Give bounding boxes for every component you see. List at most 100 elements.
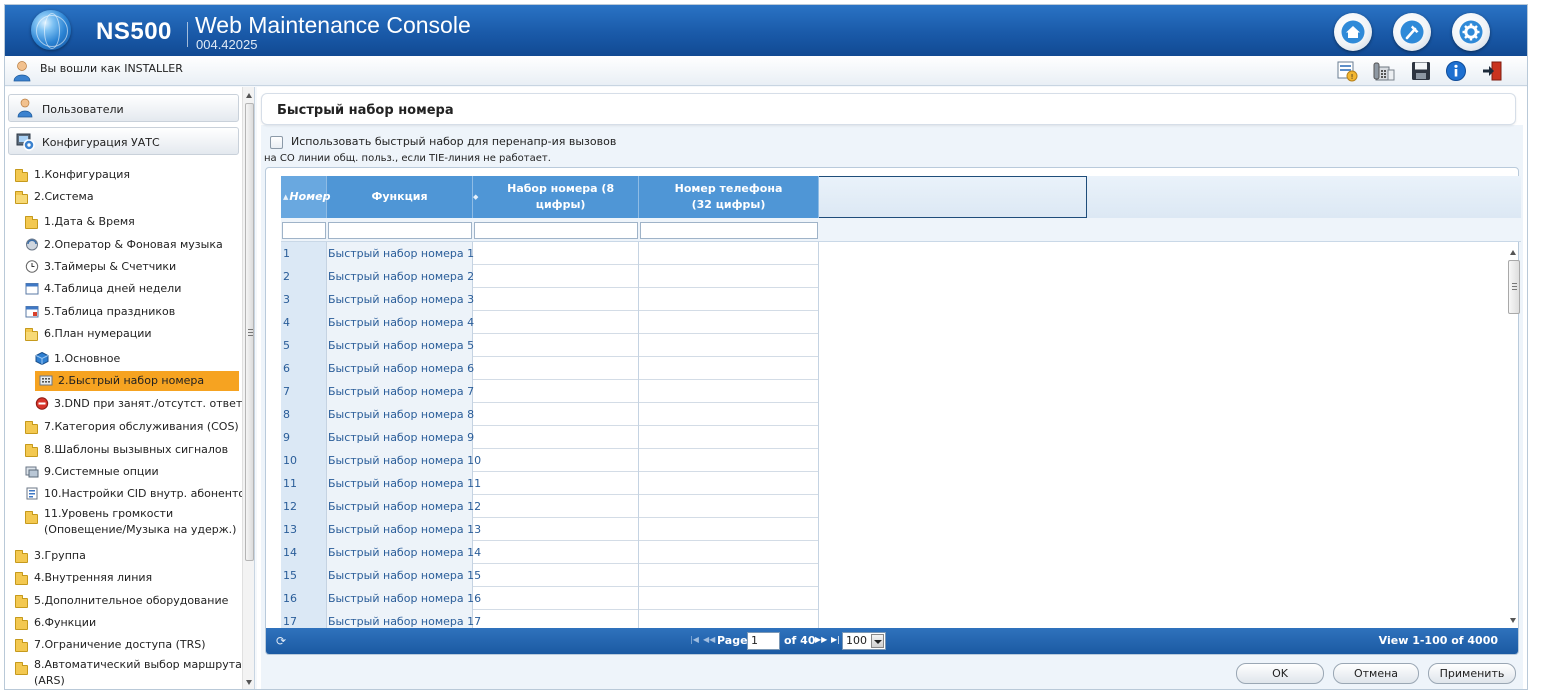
cell-dial-number[interactable] [473,403,639,426]
page-number-input[interactable]: 1 [747,632,780,650]
table-row[interactable]: 10 Быстрый набор номера 10 [281,449,819,472]
cell-phone-number[interactable] [639,357,819,380]
apply-button[interactable]: Применить [1428,663,1516,684]
nav-users-button[interactable]: Пользователи [8,94,239,122]
cell-dial-number[interactable] [473,495,639,518]
next-page-icon[interactable]: ▶▶ [815,635,827,644]
cell-phone-number[interactable] [639,265,819,288]
table-row[interactable]: 2 Быстрый набор номера 2 [281,265,819,288]
cell-number: 13 [281,518,327,541]
cell-dial-number[interactable] [473,449,639,472]
cell-dial-number[interactable] [473,242,639,265]
cell-number: 6 [281,357,327,380]
cell-dial-number[interactable] [473,265,639,288]
table-row[interactable]: 16 Быстрый набор номера 16 [281,587,819,610]
cell-dial-number[interactable] [473,610,639,629]
cell-phone-number[interactable] [639,380,819,403]
grid-scroll-up-icon[interactable] [1510,250,1516,255]
grid-scroll-down-icon[interactable] [1510,618,1516,623]
first-page-icon[interactable]: |◀ [690,635,699,644]
cell-dial-number[interactable] [473,357,639,380]
cell-phone-number[interactable] [639,587,819,610]
col-header-function[interactable]: Функция [327,176,473,218]
cell-dial-number[interactable] [473,541,639,564]
cell-dial-number[interactable] [473,472,639,495]
left-panel-scrollbar[interactable] [242,87,254,689]
grid-scroll-thumb[interactable] [1508,260,1520,314]
nav-tree-item-label-line2: (ARS) [34,674,65,687]
filter-number-input[interactable] [282,222,326,239]
col-header-phone[interactable]: Номер телефона (32 цифры) [639,176,819,218]
cell-phone-number[interactable] [639,242,819,265]
table-row[interactable]: 15 Быстрый набор номера 15 [281,564,819,587]
folder-icon [25,510,39,524]
table-row[interactable]: 5 Быстрый набор номера 5 [281,334,819,357]
nav-tree-item[interactable]: 2.Быстрый набор номера [35,371,239,391]
rows-per-page-select[interactable]: 100 [842,632,886,650]
cell-dial-number[interactable] [473,288,639,311]
cell-phone-number[interactable] [639,288,819,311]
nav-pbx-config-button[interactable]: Конфигурация УАТС [8,127,239,155]
cell-phone-number[interactable] [639,564,819,587]
cell-dial-number[interactable] [473,426,639,449]
last-page-icon[interactable]: ▶| [831,635,840,644]
table-row[interactable]: 1 Быстрый набор номера 1 [281,242,819,265]
scroll-down-arrow-icon[interactable] [246,680,252,685]
table-row[interactable]: 9 Быстрый набор номера 9 [281,426,819,449]
filter-function-input[interactable] [328,222,472,239]
cell-number: 3 [281,288,327,311]
table-row[interactable]: 3 Быстрый набор номера 3 [281,288,819,311]
cell-phone-number[interactable] [639,334,819,357]
scroll-thumb[interactable] [245,103,254,561]
cell-phone-number[interactable] [639,449,819,472]
cell-dial-number[interactable] [473,518,639,541]
cell-phone-number[interactable] [639,518,819,541]
cell-dial-number[interactable] [473,334,639,357]
table-row[interactable]: 8 Быстрый набор номера 8 [281,403,819,426]
cell-dial-number[interactable] [473,564,639,587]
cell-phone-number[interactable] [639,403,819,426]
table-row[interactable]: 12 Быстрый набор номера 12 [281,495,819,518]
cell-dial-number[interactable] [473,311,639,334]
table-row[interactable]: 13 Быстрый набор номера 13 [281,518,819,541]
table-row[interactable]: 17 Быстрый набор номера 17 [281,610,819,629]
filter-dial-input[interactable] [474,222,638,239]
phone-system-icon[interactable] [1373,60,1395,82]
report-icon[interactable]: ! [1336,60,1358,82]
settings-button[interactable] [1452,13,1490,51]
nav-tree-item-label-line2: (Оповещение/Музыка на удерж.) [44,523,237,536]
home-button[interactable] [1334,13,1372,51]
table-row[interactable]: 4 Быстрый набор номера 4 [281,311,819,334]
cancel-button[interactable]: Отмена [1333,663,1419,684]
col-header-dial[interactable]: ◆ Набор номера (8 цифры) [473,176,639,218]
cell-dial-number[interactable] [473,587,639,610]
cell-phone-number[interactable] [639,610,819,629]
nav-tree-item-label: 4.Таблица дней недели [44,282,182,295]
cell-dial-number[interactable] [473,380,639,403]
refresh-icon[interactable]: ⟳ [276,634,286,648]
tools-button[interactable] [1393,13,1431,51]
folder-icon [15,168,29,182]
grid-scrollbar[interactable] [1507,244,1521,629]
info-icon[interactable] [1445,60,1467,82]
cell-phone-number[interactable] [639,311,819,334]
ok-button[interactable]: OK [1236,663,1324,684]
cell-phone-number[interactable] [639,472,819,495]
prev-page-icon[interactable]: ◀◀ [703,635,715,644]
table-row[interactable]: 7 Быстрый набор номера 7 [281,380,819,403]
scroll-up-arrow-icon[interactable] [246,93,252,98]
options-icon [25,465,39,478]
col-header-number[interactable]: ▲ Номер [281,176,330,218]
cell-phone-number[interactable] [639,541,819,564]
filter-phone-input[interactable] [640,222,818,239]
speed-dial-redirect-checkbox[interactable] [270,136,283,149]
save-icon[interactable] [1410,60,1432,82]
cell-phone-number[interactable] [639,426,819,449]
logout-icon[interactable] [1481,60,1503,82]
cell-phone-number[interactable] [639,495,819,518]
table-row[interactable]: 6 Быстрый набор номера 6 [281,357,819,380]
table-row[interactable]: 11 Быстрый набор номера 11 [281,472,819,495]
nav-tree-item-label: 8.Шаблоны вызывных сигналов [44,443,229,456]
table-row[interactable]: 14 Быстрый набор номера 14 [281,541,819,564]
main-content: Быстрый набор номера Использовать быстры… [257,87,1527,689]
